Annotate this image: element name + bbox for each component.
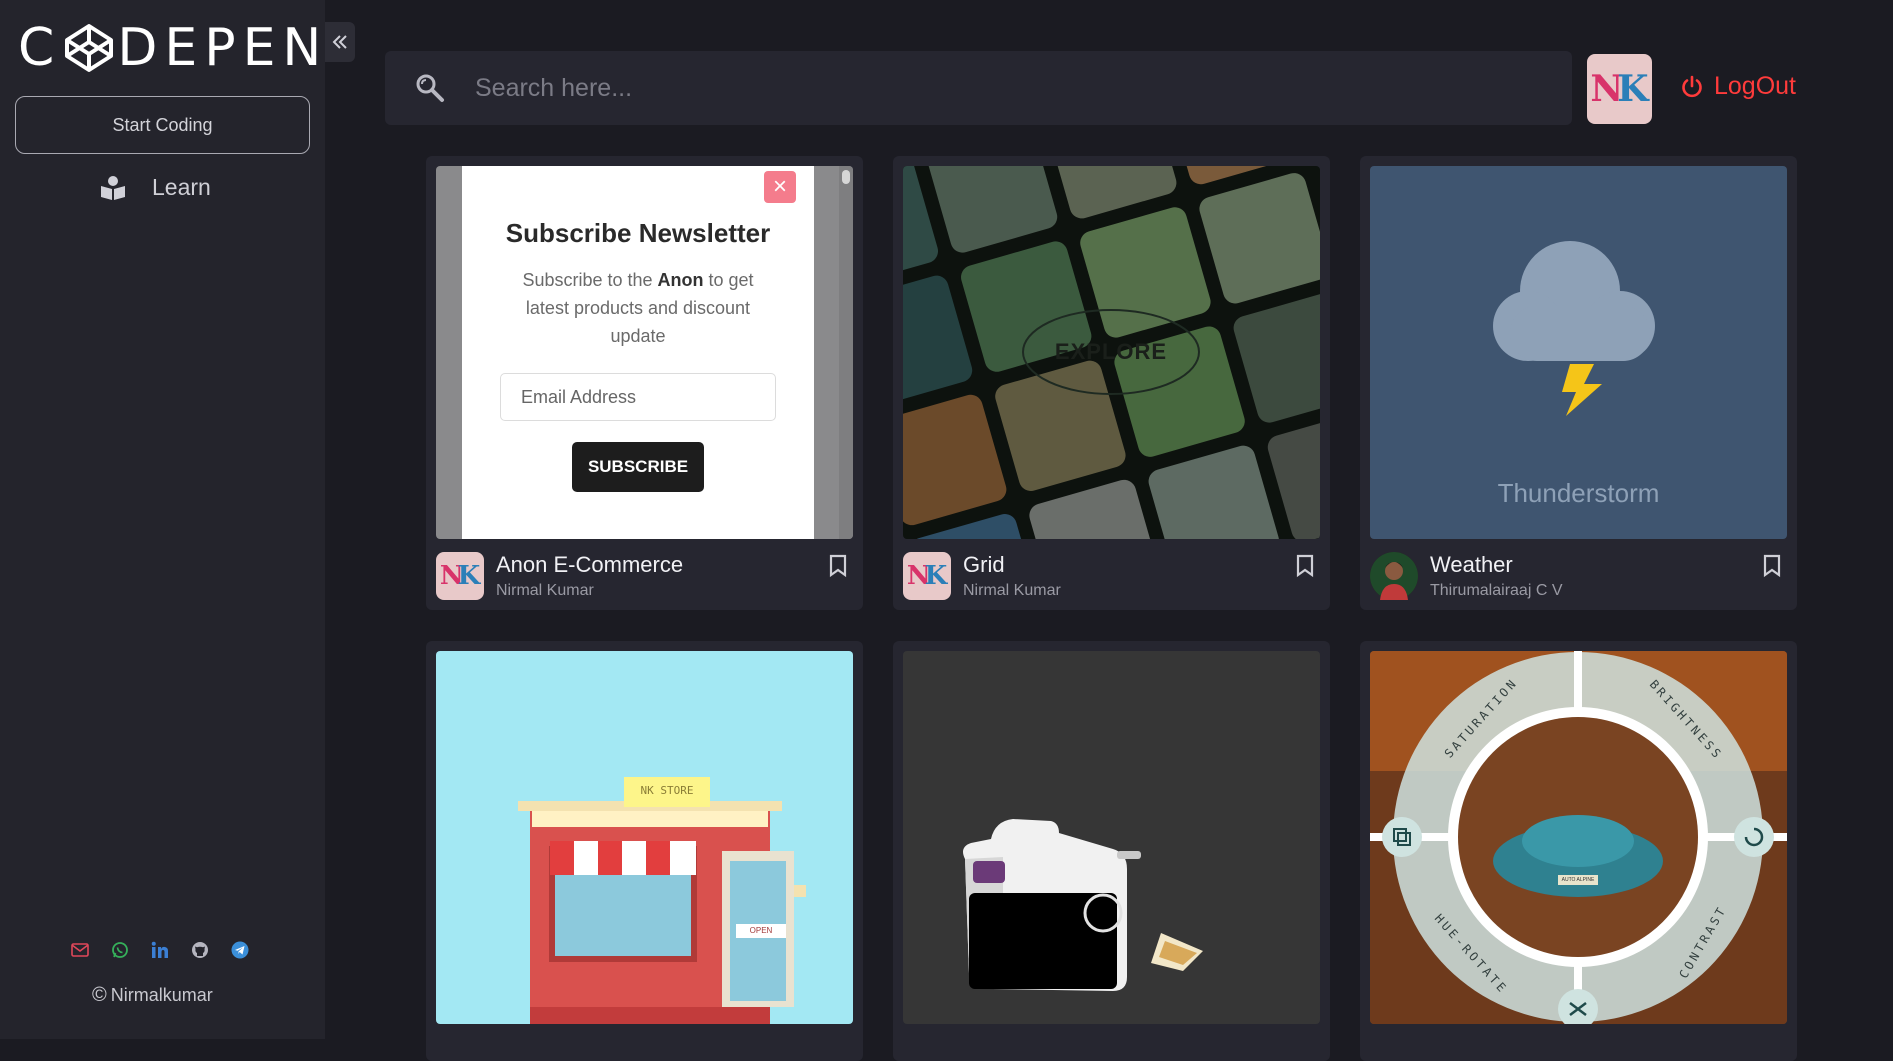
pen-card[interactable] [893, 641, 1330, 1061]
pen-preview[interactable] [903, 651, 1320, 1024]
card-author[interactable]: Nirmal Kumar [496, 582, 594, 600]
card-title[interactable]: Grid [963, 552, 1005, 578]
copyright: © Nirmalkumar [92, 984, 213, 1007]
image-filter-wheel [1370, 651, 1787, 1024]
email-placeholder: Email Address [521, 387, 637, 407]
card-title[interactable]: Anon E-Commerce [496, 552, 683, 578]
card-meta: NK Grid Nirmal Kumar [903, 552, 1320, 602]
collapse-sidebar-button[interactable] [325, 22, 355, 62]
search-bar [385, 51, 1572, 125]
card-title[interactable]: Weather [1430, 552, 1513, 578]
subscribe-button[interactable]: SUBSCRIBE [572, 442, 704, 492]
social-links [70, 940, 250, 960]
card-meta: NK Anon E-Commerce Nirmal Kumar [436, 552, 853, 602]
weather-label: Thunderstorm [1497, 478, 1660, 508]
logout-button[interactable]: LogOut [1680, 72, 1796, 101]
search-icon[interactable] [385, 73, 475, 103]
bookmark-icon[interactable] [1762, 554, 1782, 583]
newsletter-text-before: Subscribe to the [522, 270, 658, 290]
whatsapp-icon[interactable] [110, 940, 130, 960]
codepen-cube-icon [65, 24, 114, 72]
start-coding-label: Start Coding [112, 114, 213, 135]
newsletter-text: Subscribe to the Anon to get latest prod… [506, 266, 770, 350]
start-coding-button[interactable]: Start Coding [15, 96, 310, 154]
pen-card[interactable]: Thunderstorm Weather Thirumalairaaj C V [1360, 156, 1797, 610]
learn-label: Learn [152, 174, 211, 200]
camera-illustration [963, 819, 1203, 991]
preview-scrollbar[interactable] [839, 166, 853, 539]
pen-card[interactable]: NK STORE OPEN [426, 641, 863, 1061]
explore-label: EXPLORE [1054, 339, 1168, 364]
pen-card[interactable]: EXPLORE NK Grid Nirmal Kumar [893, 156, 1330, 610]
book-reader-icon [101, 175, 125, 200]
card-meta: Weather Thirumalairaaj C V [1370, 552, 1787, 602]
pen-preview[interactable]: EXPLORE [903, 166, 1320, 539]
author-avatar-initials: NK [906, 561, 948, 591]
author-avatar[interactable] [1370, 552, 1418, 600]
pen-preview[interactable]: NK STORE OPEN [436, 651, 853, 1024]
search-input[interactable] [475, 51, 1572, 125]
pen-preview[interactable]: SATURATION BRIGHTNESS HUE-ROTATE CONTRAS… [1370, 651, 1787, 1024]
email-field[interactable]: Email Address [500, 373, 776, 421]
author-avatar-initials: NK [439, 561, 481, 591]
logo-text-right: DEPEN [117, 18, 329, 78]
linkedin-icon[interactable] [150, 940, 170, 960]
close-icon: × [772, 173, 787, 200]
sidebar: C DEPEN Start Coding Learn © Nirmalkumar [0, 0, 325, 1039]
newsletter-modal: × Subscribe Newsletter Subscribe to the … [462, 166, 814, 539]
power-icon [1682, 75, 1702, 97]
copyright-icon: © [92, 984, 107, 1006]
author-avatar[interactable]: NK [436, 552, 484, 600]
pen-preview[interactable]: Thunderstorm [1370, 166, 1787, 539]
store-sign: NK STORE [640, 784, 694, 797]
mail-icon[interactable] [70, 940, 90, 960]
newsletter-text-brand: Anon [657, 270, 704, 290]
card-author[interactable]: Nirmal Kumar [963, 582, 1061, 600]
bookmark-icon[interactable] [1295, 554, 1315, 583]
store-illustration [518, 777, 806, 1024]
door-sign: OPEN [736, 924, 786, 938]
newsletter-heading: Subscribe Newsletter [505, 218, 771, 248]
author-avatar[interactable]: NK [903, 552, 951, 600]
card-author[interactable]: Thirumalairaaj C V [1430, 582, 1562, 600]
telegram-icon[interactable] [230, 940, 250, 960]
copyright-name: Nirmalkumar [110, 985, 213, 1005]
license-plate: AUTO ALPINE [1561, 877, 1595, 883]
github-icon[interactable] [190, 940, 210, 960]
bookmark-icon[interactable] [828, 554, 848, 583]
pen-card[interactable]: SATURATION BRIGHTNESS HUE-ROTATE CONTRAS… [1360, 641, 1797, 1061]
logout-label: LogOut [1714, 72, 1797, 100]
explore-button[interactable]: EXPLORE [1023, 324, 1199, 380]
modal-close-button[interactable]: × [764, 171, 796, 203]
sidebar-item-learn[interactable]: Learn [100, 174, 211, 201]
user-avatar[interactable]: NK [1587, 54, 1652, 124]
avatar-initials: NK [1590, 68, 1649, 110]
logo-text-left: C [18, 18, 62, 78]
double-chevron-left-icon [332, 35, 347, 49]
pen-card[interactable]: × Subscribe Newsletter Subscribe to the … [426, 156, 863, 610]
thunder-cloud-icon [1493, 241, 1655, 416]
subscribe-label: SUBSCRIBE [587, 457, 689, 476]
pen-preview[interactable]: × Subscribe Newsletter Subscribe to the … [436, 166, 853, 539]
codepen-logo[interactable]: C DEPEN [18, 18, 328, 78]
